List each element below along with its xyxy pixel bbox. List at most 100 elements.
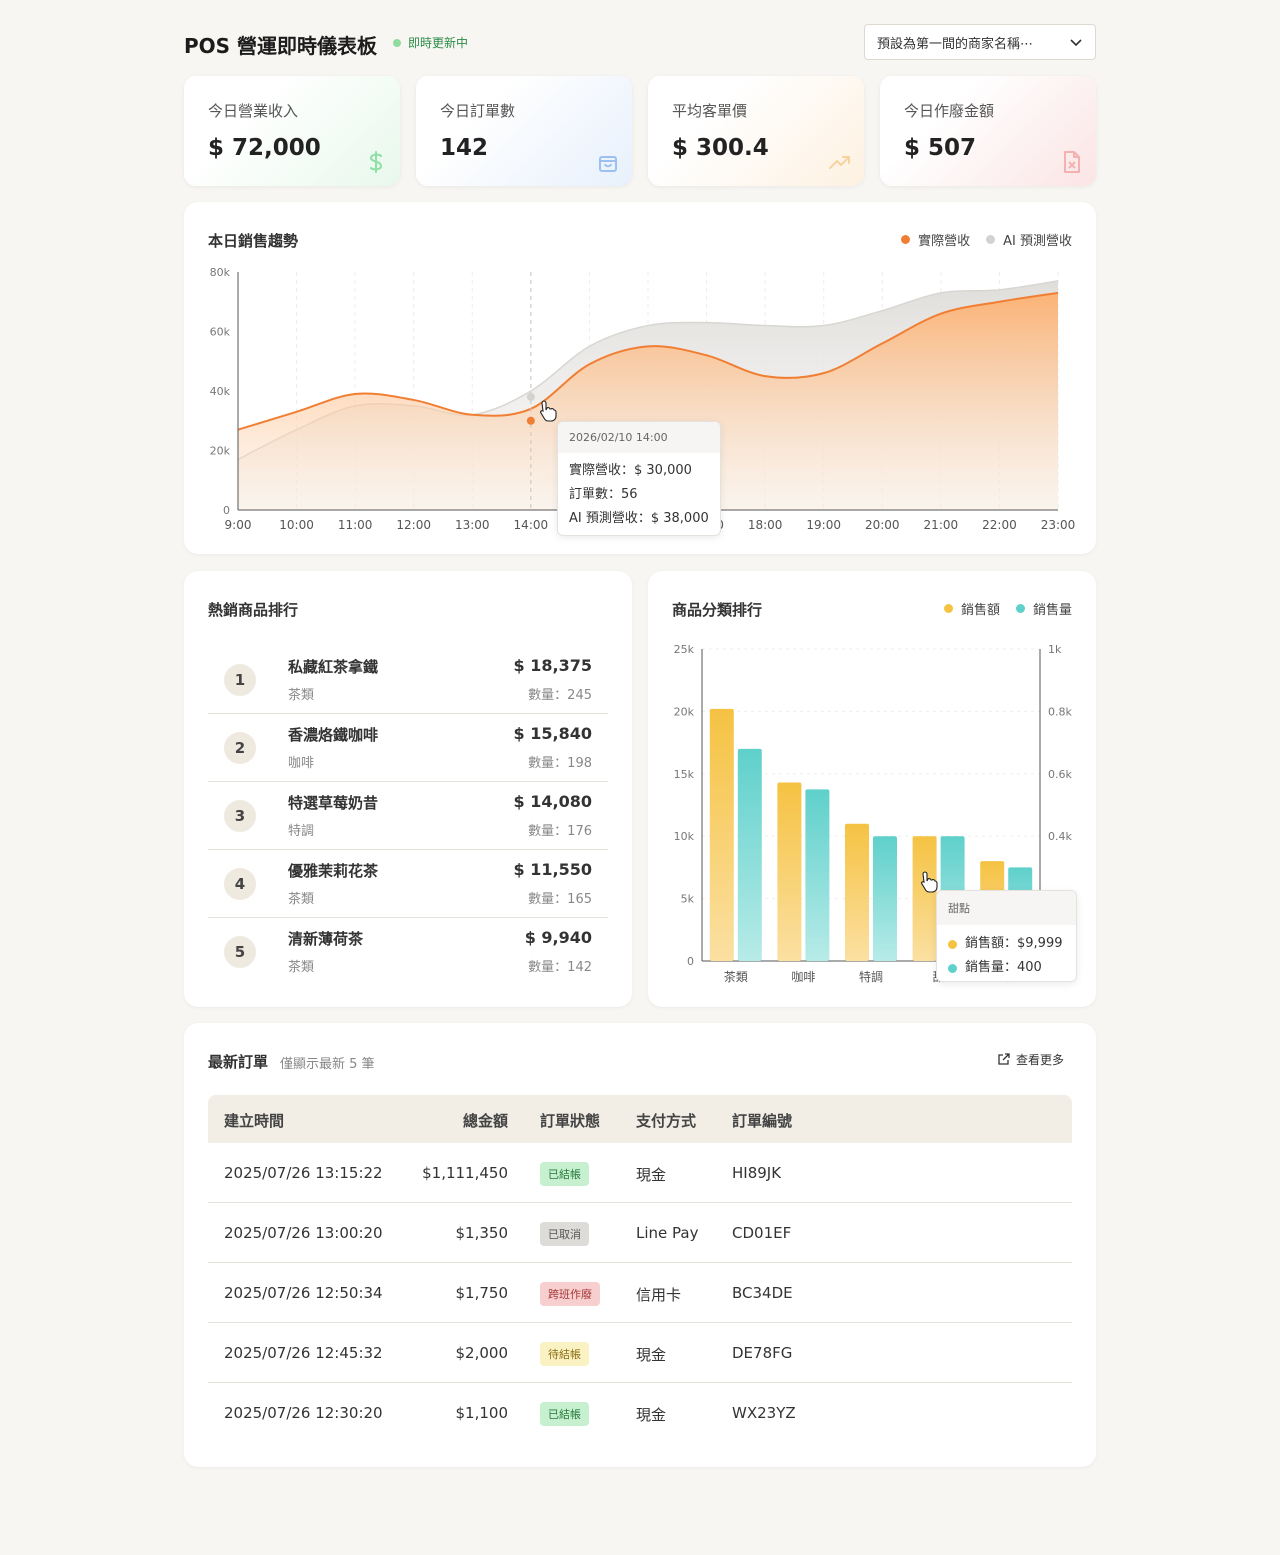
- kpi-label: 今日營業收入: [208, 102, 299, 120]
- category-ranking-card: 商品分類排行 銷售額 銷售量 0 5k 10k 15k 20k 25k 1k 0.8k 0.6k…: [648, 571, 1096, 1007]
- kpi-value: $ 72,000: [208, 135, 321, 161]
- order-payment: 現金: [636, 1166, 667, 1184]
- kpi-card-void-amount: 今日作廢金額 $ 507: [880, 76, 1096, 186]
- status-badge: 已結帳: [540, 1162, 589, 1186]
- table-row[interactable]: 2025/07/26 12:50:34 $1,750 跨班作廢 信用卡 BC34DE: [208, 1263, 1072, 1323]
- order-total: $1,100: [455, 1404, 509, 1422]
- x-tick-label: 特調: [859, 969, 883, 984]
- x-tick-label: 9:00: [225, 518, 252, 532]
- rank-badge: 1: [224, 664, 256, 696]
- x-tick-label: 12:00: [396, 518, 431, 532]
- product-amount: $ 15,840: [513, 724, 592, 743]
- product-category: 特調: [288, 824, 315, 839]
- view-more-link[interactable]: 查看更多: [997, 1051, 1064, 1068]
- column-header-payment[interactable]: 支付方式: [636, 1110, 696, 1131]
- order-total: $1,350: [455, 1224, 509, 1242]
- product-category: 茶類: [288, 892, 315, 907]
- product-quantity: 數量：142: [528, 960, 592, 975]
- y-tick-label: 60k: [210, 326, 231, 339]
- bar-sales-amount: [777, 782, 802, 961]
- list-item[interactable]: 2 香濃烙鐵咖啡 咖啡 $ 15,840 數量：198: [208, 714, 608, 782]
- x-tick-label: 咖啡: [791, 969, 815, 984]
- kpi-value: $ 300.4: [672, 135, 769, 161]
- order-time: 2025/07/26 12:30:20: [224, 1404, 383, 1422]
- y-left-tick-label: 20k: [674, 705, 695, 718]
- kpi-label: 今日訂單數: [440, 102, 516, 120]
- product-category: 茶類: [288, 688, 315, 703]
- bar-sales-volume: [737, 748, 762, 961]
- actual-point: [526, 416, 535, 425]
- product-amount: $ 9,940: [524, 928, 592, 947]
- page-title: POS 營運即時儀表板: [184, 34, 378, 58]
- tooltip-row: 銷售量：400: [937, 956, 1076, 980]
- y-tick-label: 40k: [210, 385, 231, 398]
- order-time: 2025/07/26 13:00:20: [224, 1224, 383, 1242]
- x-tick-label: 茶類: [724, 969, 748, 984]
- store-select-value: 預設為第一間的商家名稱⋯: [877, 36, 1034, 52]
- sales-trend-card: 本日銷售趨勢 實際營收 AI 預測營收 0 20k 40k 60k 80k 9:00 10:…: [184, 202, 1096, 554]
- x-tick-label: 14:00: [514, 518, 549, 532]
- trending-up-icon: [829, 156, 850, 169]
- list-item[interactable]: 3 特選草莓奶昔 特調 $ 14,080 數量：176: [208, 782, 608, 850]
- column-header-status[interactable]: 訂單狀態: [540, 1110, 600, 1131]
- x-tick-label: 22:00: [982, 518, 1017, 532]
- product-category: 茶類: [288, 960, 315, 975]
- y-tick-label: 0: [223, 504, 230, 517]
- table-row[interactable]: 2025/07/26 12:30:20 $1,100 已結帳 現金 WX23YZ: [208, 1383, 1072, 1443]
- y-right-tick-label: 0.8k: [1048, 705, 1072, 718]
- hot-products-title: 熱銷商品排行: [208, 601, 299, 619]
- page-header: POS 營運即時儀表板 即時更新中 預設為第一間的商家名稱⋯: [184, 24, 1096, 60]
- file-x-icon: [1064, 151, 1080, 173]
- x-tick-label: 10:00: [279, 518, 314, 532]
- order-total: $1,111,450: [422, 1164, 508, 1182]
- status-badge: 跨班作廢: [540, 1282, 600, 1306]
- latest-orders-title: 最新訂單: [208, 1053, 269, 1071]
- product-quantity: 數量：165: [528, 892, 592, 907]
- column-header-time[interactable]: 建立時間: [224, 1110, 284, 1131]
- pointer-cursor-icon: [921, 871, 938, 893]
- column-header-order-no[interactable]: 訂單編號: [732, 1110, 792, 1131]
- order-number: HI89JK: [732, 1164, 782, 1182]
- kpi-card-revenue: 今日營業收入 $ 72,000: [184, 76, 400, 186]
- x-tick-label: 19:00: [806, 518, 841, 532]
- table-row[interactable]: 2025/07/26 13:00:20 $1,350 已取消 Line Pay CD01…: [208, 1203, 1072, 1263]
- product-name: 私藏紅茶拿鐵: [288, 658, 379, 676]
- product-name: 優雅茉莉花茶: [288, 862, 379, 880]
- order-number: WX23YZ: [732, 1404, 796, 1422]
- order-time: 2025/07/26 12:45:32: [224, 1344, 383, 1362]
- y-left-tick-label: 10k: [674, 830, 695, 843]
- x-tick-label: 21:00: [924, 518, 959, 532]
- order-time: 2025/07/26 12:50:34: [224, 1284, 383, 1302]
- latest-orders-subtitle: 僅顯示最新 5 筆: [280, 1057, 375, 1072]
- store-select[interactable]: 預設為第一間的商家名稱⋯: [864, 24, 1096, 60]
- product-amount: $ 18,375: [513, 656, 592, 675]
- kpi-value: 142: [440, 135, 489, 161]
- tooltip-row: 訂單數：56: [569, 487, 638, 502]
- list-item[interactable]: 1 私藏紅茶拿鐵 茶類 $ 18,375 數量：245: [208, 646, 608, 714]
- latest-orders-card: 最新訂單 僅顯示最新 5 筆 查看更多 建立時間 總金額 訂單狀態 支付方式 訂…: [184, 1023, 1096, 1467]
- tooltip-dot: [948, 963, 957, 973]
- product-quantity: 數量：198: [528, 756, 592, 771]
- x-tick-label: 13:00: [455, 518, 490, 532]
- kpi-label: 平均客單價: [672, 102, 748, 120]
- order-payment: 現金: [636, 1346, 667, 1364]
- tooltip-dot: [948, 939, 957, 949]
- table-row[interactable]: 2025/07/26 13:15:22 $1,111,450 已結帳 現金 HI89JK: [208, 1143, 1072, 1203]
- tooltip-header: 2026/02/10 14:00: [558, 422, 720, 453]
- table-row[interactable]: 2025/07/26 12:45:32 $2,000 待結帳 現金 DE78FG: [208, 1323, 1072, 1383]
- shopping-bag-icon: [599, 156, 617, 172]
- table-body: 2025/07/26 13:15:22 $1,111,450 已結帳 現金 HI89JK…: [208, 1143, 1072, 1443]
- x-tick-label: 23:00: [1041, 518, 1076, 532]
- list-item[interactable]: 5 清新薄荷茶 茶類 $ 9,940 數量：142: [208, 918, 608, 986]
- product-amount: $ 14,080: [513, 792, 592, 811]
- kpi-card-orders: 今日訂單數 142: [416, 76, 632, 186]
- order-number: BC34DE: [732, 1284, 793, 1302]
- rank-badge: 2: [224, 732, 256, 764]
- list-item[interactable]: 4 優雅茉莉花茶 茶類 $ 11,550 數量：165: [208, 850, 608, 918]
- orders-table: 建立時間 總金額 訂單狀態 支付方式 訂單編號 2025/07/26 13:15…: [208, 1095, 1072, 1443]
- column-header-total[interactable]: 總金額: [440, 1110, 508, 1131]
- x-tick-label: 18:00: [748, 518, 783, 532]
- trend-tooltip: 2026/02/10 14:00 實際營收：$ 30,000 訂單數：56 AI…: [557, 421, 721, 536]
- kpi-label: 今日作廢金額: [904, 102, 995, 120]
- chevron-down-icon: [1070, 39, 1082, 47]
